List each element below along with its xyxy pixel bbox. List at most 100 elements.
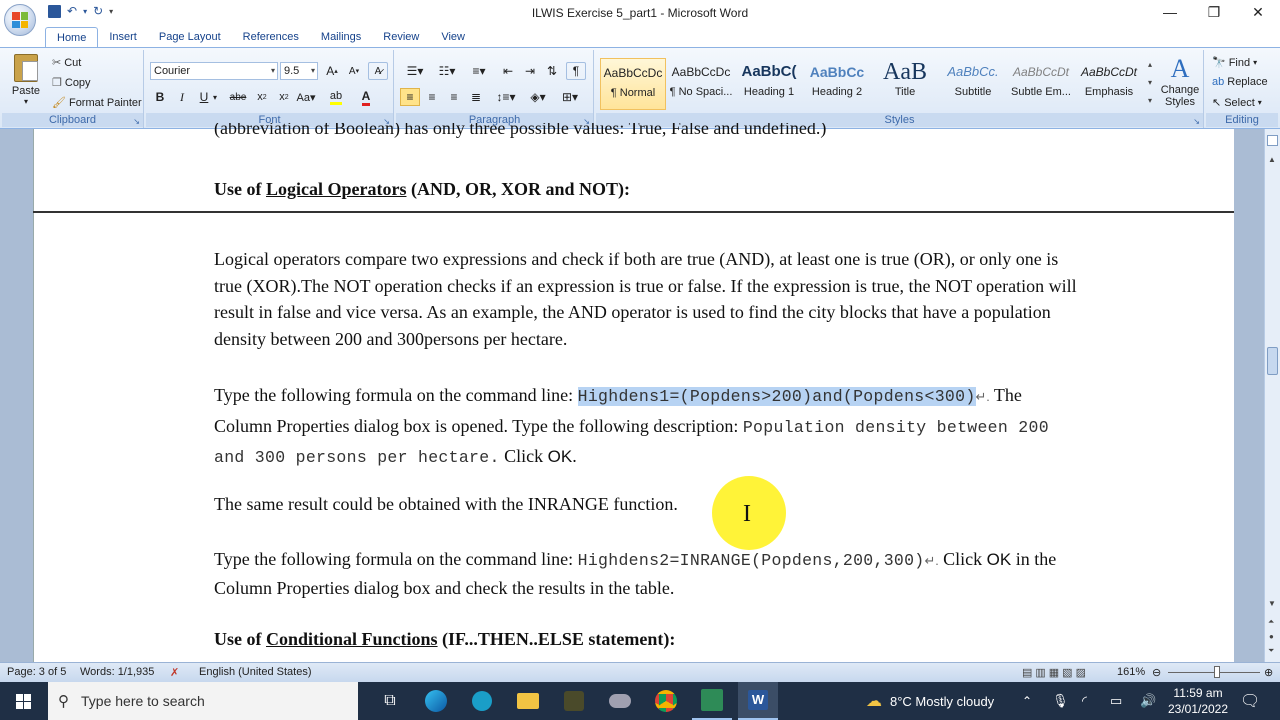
app-icon-1[interactable] xyxy=(554,682,594,720)
select-button[interactable]: ↖ Select ▾ xyxy=(1212,96,1262,110)
office-button[interactable] xyxy=(4,4,36,36)
paste-button[interactable]: Paste ▾ xyxy=(8,54,44,110)
underline-dropdown-icon[interactable]: ▾ xyxy=(210,88,220,106)
align-left-button[interactable]: ≡ xyxy=(400,88,420,106)
align-right-button[interactable]: ≡ xyxy=(444,88,464,106)
style-heading-2[interactable]: AaBbCc Heading 2 xyxy=(804,58,870,110)
subscript-button[interactable]: x2 xyxy=(252,88,272,106)
formula-highdens1: Highdens1=(Popdens>200)and(Popdens<300) xyxy=(577,387,976,406)
shading-button[interactable]: ◈▾ xyxy=(524,88,552,106)
style-emphasis[interactable]: AaBbCcDt Emphasis xyxy=(1076,58,1142,110)
zoom-slider-thumb[interactable] xyxy=(1214,666,1220,678)
style-subtle-emphasis[interactable]: AaBbCcDt Subtle Em... xyxy=(1008,58,1074,110)
chevron-down-icon: ▾ xyxy=(270,66,275,75)
file-explorer-icon[interactable] xyxy=(508,682,548,720)
tab-home[interactable]: Home xyxy=(45,27,99,47)
change-styles-button[interactable]: A Change Styles xyxy=(1158,54,1202,114)
ilwis-icon[interactable] xyxy=(692,682,732,720)
clear-formatting-button[interactable]: A̷ xyxy=(368,62,388,80)
sort-button[interactable]: ⇅ xyxy=(542,62,562,80)
heading-conditional-functions: Use of Conditional Functions (IF...THEN.… xyxy=(214,626,1084,653)
decrease-indent-button[interactable]: ⇤ xyxy=(498,62,518,80)
style-no-spacing[interactable]: AaBbCcDc ¶ No Spaci... xyxy=(668,58,734,110)
tab-page-layout[interactable]: Page Layout xyxy=(148,27,232,47)
battery-icon[interactable]: ▭ xyxy=(1110,682,1122,720)
font-size-combo[interactable]: 9.5 ▾ xyxy=(280,62,318,80)
volume-icon[interactable]: 🔊 xyxy=(1140,682,1156,720)
superscript-button[interactable]: x2 xyxy=(274,88,294,106)
style-normal[interactable]: AaBbCcDc ¶ Normal xyxy=(600,58,666,110)
tab-review[interactable]: Review xyxy=(372,27,430,47)
bullets-button[interactable]: ☰▾ xyxy=(400,62,430,80)
view-buttons[interactable]: ▤▥▦▧▨ xyxy=(1022,666,1089,679)
next-page-icon[interactable]: ⏷ xyxy=(1268,646,1274,656)
styles-gallery-scroll[interactable]: ▴ ▾ ▾ xyxy=(1144,56,1156,112)
previous-page-icon[interactable]: ⏶ xyxy=(1268,617,1274,627)
scroll-thumb[interactable] xyxy=(1267,347,1278,375)
tab-insert[interactable]: Insert xyxy=(98,27,148,47)
borders-button[interactable]: ⊞▾ xyxy=(556,88,584,106)
zoom-in-icon[interactable]: ⊕ xyxy=(1264,666,1273,679)
ruler-toggle-icon[interactable] xyxy=(1267,135,1278,146)
page-count[interactable]: Page: 3 of 5 xyxy=(7,666,66,678)
word-icon[interactable]: W xyxy=(738,682,778,720)
maximize-button[interactable]: ❐ xyxy=(1192,0,1236,24)
increase-indent-button[interactable]: ⇥ xyxy=(520,62,540,80)
styles-dialog-launcher[interactable]: ↘ xyxy=(1193,117,1200,126)
justify-button[interactable]: ≣ xyxy=(466,88,486,106)
tab-view[interactable]: View xyxy=(430,27,476,47)
weather-widget[interactable]: ☁ 8°C Mostly cloudy xyxy=(866,682,994,720)
close-button[interactable]: ✕ xyxy=(1236,0,1280,24)
vertical-scrollbar[interactable]: ▲ ▼ ⏶ ● ⏷ xyxy=(1264,129,1280,662)
replace-button[interactable]: ab Replace xyxy=(1212,76,1268,88)
format-painter-button[interactable]: 🖌 Format Painter xyxy=(52,96,142,110)
notifications-icon[interactable]: 🗨 xyxy=(1240,682,1260,720)
brush-icon: 🖌 xyxy=(52,97,66,109)
chrome-icon[interactable] xyxy=(646,682,686,720)
scissors-icon: ✂ xyxy=(52,57,62,69)
scroll-down-icon[interactable]: ▼ xyxy=(1268,599,1276,608)
tab-references[interactable]: References xyxy=(232,27,310,47)
zoom-out-icon[interactable]: ⊖ xyxy=(1152,666,1161,679)
taskbar-search[interactable]: ⚲ Type here to search xyxy=(48,682,358,720)
task-view-icon[interactable]: ⧉ xyxy=(370,682,410,720)
copy-button[interactable]: ❐ Copy xyxy=(52,76,91,90)
grow-font-button[interactable]: A ▴ xyxy=(322,62,342,80)
highlight-color-button[interactable]: ab xyxy=(326,88,346,106)
language-indicator[interactable]: English (United States) xyxy=(199,666,312,678)
find-button[interactable]: 🔭 Find ▾ xyxy=(1212,56,1257,70)
cut-button[interactable]: ✂ Cut xyxy=(52,56,81,70)
line-spacing-button[interactable]: ↕≡▾ xyxy=(492,88,520,106)
edge-icon[interactable] xyxy=(416,682,456,720)
show-formatting-button[interactable]: ¶ xyxy=(566,62,586,80)
style-title[interactable]: AaB Title xyxy=(872,58,938,110)
font-color-button[interactable]: A xyxy=(356,88,376,106)
word-count[interactable]: Words: 1/1,935 xyxy=(80,666,154,678)
microphone-icon[interactable]: 🎙 xyxy=(1052,682,1069,720)
clipboard-dialog-launcher[interactable]: ↘ xyxy=(133,117,140,126)
proofing-icon[interactable]: ✗ xyxy=(170,666,179,679)
bold-button[interactable]: B xyxy=(150,88,170,106)
minimize-button[interactable]: — xyxy=(1148,0,1192,24)
style-heading-1[interactable]: AaBbC(Heading 1 xyxy=(736,58,802,110)
start-button[interactable] xyxy=(0,682,46,720)
scroll-up-icon[interactable]: ▲ xyxy=(1268,155,1276,164)
select-browse-object-icon[interactable]: ● xyxy=(1269,632,1274,641)
italic-button[interactable]: I xyxy=(172,88,192,106)
font-name-combo[interactable]: Courier ▾ xyxy=(150,62,278,80)
network-icon[interactable]: ◜ xyxy=(1082,682,1087,720)
multilevel-list-button[interactable]: ≡▾ xyxy=(464,62,494,80)
tab-mailings[interactable]: Mailings xyxy=(310,27,372,47)
style-subtitle[interactable]: AaBbCc. Subtitle xyxy=(940,58,1006,110)
app-search-icon[interactable] xyxy=(462,682,502,720)
app-icon-2[interactable] xyxy=(600,682,640,720)
numbering-button[interactable]: ☷▾ xyxy=(432,62,462,80)
show-hidden-icons[interactable]: ⌃ xyxy=(1022,682,1032,720)
strikethrough-button[interactable]: abe xyxy=(228,88,248,106)
align-center-button[interactable]: ≡ xyxy=(422,88,442,106)
clock[interactable]: 11:59 am 23/01/2022 xyxy=(1166,685,1230,717)
shrink-font-button[interactable]: A ▾ xyxy=(344,62,364,80)
change-case-button[interactable]: Aa▾ xyxy=(296,88,316,106)
find-label: Find xyxy=(1228,56,1251,69)
zoom-level[interactable]: 161% xyxy=(1117,666,1145,678)
